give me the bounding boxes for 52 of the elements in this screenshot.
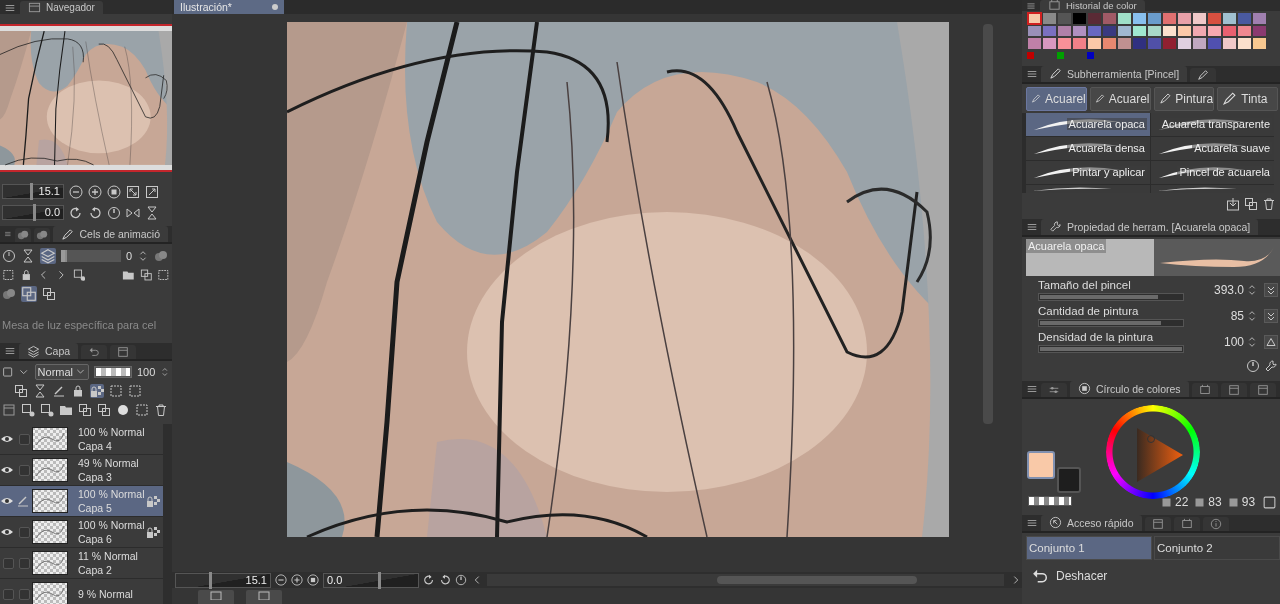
brush-preview-label: Acuarela opaca (1026, 238, 1107, 253)
property-value[interactable]: 393.0 (1196, 283, 1244, 297)
document-tab[interactable]: Ilustración* (174, 0, 284, 14)
layer-name: Capa 2 (78, 563, 113, 577)
layer-blend-mode: 9 % Normal (78, 587, 134, 601)
value-value: 93 (1241, 495, 1256, 509)
layer-name: Capa 4 (78, 439, 113, 453)
blend-mode-dropdown[interactable]: Normal (34, 363, 90, 380)
subtool-group-tab[interactable]: Tinta (1217, 86, 1278, 111)
set-tab[interactable]: Conjunto 2 (1154, 535, 1280, 560)
layer-blend-mode: 100 % Normal (78, 518, 146, 532)
saturation-value: 83 (1208, 495, 1222, 509)
brush-item[interactable]: Pincel de acuarela (1151, 160, 1274, 184)
layer-row[interactable]: 100 % Normal Capa 6 (0, 517, 163, 548)
property-label: Tamaño del pincel (1038, 279, 1132, 291)
layer-blend-mode: 49 % Normal (78, 456, 140, 470)
layer-name: Capa 6 (78, 532, 113, 546)
panel-tab[interactable]: Subherramienta [Pincel] (1041, 65, 1188, 82)
property-value[interactable]: 100 (1196, 335, 1244, 349)
subtool-group-tab[interactable]: Acuarel (1089, 86, 1151, 111)
brush-item[interactable]: Acuarela densa (1026, 136, 1150, 160)
angle-slider[interactable]: 0.0 (323, 572, 419, 588)
panel-tab[interactable]: Propiedad de herram. [Acuarela opaca] (1041, 218, 1259, 235)
opacity-value: 100 (136, 365, 156, 378)
property-value[interactable]: 85 (1196, 309, 1244, 323)
zoom-slider[interactable]: 15.1 (2, 184, 64, 199)
layer-row[interactable]: 49 % Normal Capa 3 (0, 455, 163, 486)
panel-tab[interactable]: Historial de color (1040, 0, 1145, 11)
property-label: Cantidad de pintura (1038, 305, 1140, 317)
layer-name: Capa 3 (78, 470, 113, 484)
layer-blend-mode: 100 % Normal (78, 487, 146, 501)
angle-slider[interactable]: 0.0 (2, 205, 64, 220)
brush-item[interactable]: Acuarela transparente (1151, 112, 1274, 136)
property-label: Densidad de la pintura (1038, 331, 1155, 343)
hue-value: 22 (1175, 495, 1189, 509)
layer-row[interactable]: 11 % Normal Capa 2 (0, 548, 163, 579)
subtool-group-tab[interactable]: Pintura (1153, 86, 1215, 111)
brush-item[interactable]: Acuarela suave (1151, 136, 1274, 160)
layer-blend-mode: 100 % Normal (78, 425, 146, 439)
layer-row[interactable]: 100 % Normal Capa 4 (0, 424, 163, 455)
set-tab[interactable]: Conjunto 1 (1026, 535, 1152, 560)
panel-tab[interactable]: Navegador (20, 1, 103, 14)
brush-item[interactable]: Pintar y aplicar (1026, 160, 1150, 184)
layer-name: Capa 5 (78, 501, 113, 515)
zoom-slider[interactable]: 15.1 (175, 572, 271, 588)
frame-number: 0 (126, 249, 133, 262)
brush-item[interactable]: Acuarela opaca (1026, 112, 1150, 136)
lightbox-label: Mesa de luz específica para cel (1, 318, 158, 333)
layer-blend-mode: 11 % Normal (78, 549, 139, 563)
layer-row[interactable]: 100 % Normal Capa 5 (0, 486, 163, 517)
quick-access-item[interactable]: Deshacer (1056, 568, 1108, 583)
subtool-group-tab[interactable]: Acuarel (1026, 86, 1087, 111)
